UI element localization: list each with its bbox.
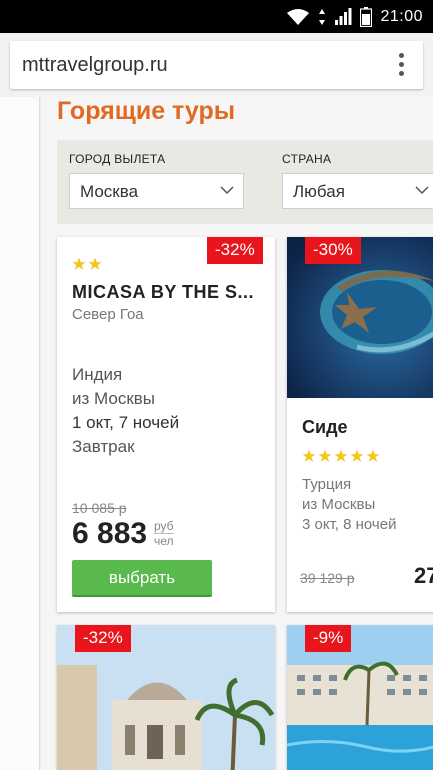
data-arrows-icon (319, 9, 326, 25)
discount-badge: -9% (305, 625, 352, 652)
country: Индия (72, 365, 123, 384)
tour-card[interactable]: -32% MICASA BY THE S... Север Гоа Индия … (57, 237, 275, 612)
price-partial: 27 (414, 563, 433, 588)
star-icon (302, 449, 316, 462)
old-price: 10 085 р (72, 500, 127, 516)
hotel-name[interactable]: Сиде (302, 417, 348, 438)
discount-badge: -32% (75, 625, 131, 652)
dates: 3 окт, 8 ночей (302, 516, 397, 533)
departure-city: из Москвы (302, 496, 376, 513)
country-value: Любая (293, 182, 345, 201)
battery-icon (360, 7, 373, 27)
departure-label: ГОРОД ВЫЛЕТА (69, 152, 166, 166)
discount-badge: -32% (207, 237, 263, 264)
star-rating (72, 257, 102, 271)
star-icon (72, 257, 86, 270)
select-button[interactable]: выбрать (72, 560, 212, 597)
price-unit-top: руб (154, 519, 174, 534)
menu-icon[interactable] (397, 53, 405, 77)
departure-value: Москва (80, 182, 139, 201)
star-icon (366, 449, 380, 462)
star-icon (88, 257, 102, 270)
meal-plan: Завтрак (72, 437, 135, 456)
tour-card[interactable]: -30% Сиде Турция из Москвы 3 окт, 8 ноче… (287, 237, 433, 612)
hotel-name[interactable]: MICASA BY THE S... (72, 282, 254, 303)
page-title: Горящие туры (57, 97, 236, 125)
country: Турция (302, 476, 352, 493)
tour-card[interactable]: -32% (57, 625, 275, 770)
chevron-down-icon (415, 186, 429, 195)
star-icon (334, 449, 348, 462)
price: 6 883 (72, 517, 148, 550)
departure-select[interactable]: Москва (69, 173, 244, 209)
discount-badge: -30% (305, 237, 361, 264)
browser-toolbar: mttravelgroup.ru (0, 33, 433, 97)
page-content: Горящие туры ГОРОД ВЫЛЕТА Москва СТРАНА … (41, 97, 433, 770)
country-select[interactable]: Любая (282, 173, 433, 209)
signal-icon (335, 8, 352, 25)
departure-city: из Москвы (72, 389, 156, 408)
region: Север Гоа (72, 306, 144, 323)
url-text[interactable]: mttravelgroup.ru (22, 54, 168, 77)
star-icon (350, 449, 364, 462)
left-margin (0, 97, 40, 770)
star-rating (302, 449, 380, 463)
chevron-down-icon (220, 186, 234, 195)
web-page: Горящие туры ГОРОД ВЫЛЕТА Москва СТРАНА … (0, 97, 433, 770)
filter-panel: ГОРОД ВЫЛЕТА Москва СТРАНА Любая (57, 140, 433, 224)
status-bar: 21:00 (0, 0, 433, 33)
country-label: СТРАНА (282, 152, 332, 166)
status-icons: 21:00 (286, 7, 423, 27)
wifi-icon (287, 9, 310, 25)
dates: 1 окт, 7 ночей (72, 413, 180, 432)
star-icon (318, 449, 332, 462)
clock: 21:00 (380, 8, 423, 25)
old-price: 39 129 р (300, 570, 355, 586)
price-unit-bottom: чел (154, 534, 174, 548)
address-bar[interactable]: mttravelgroup.ru (10, 41, 423, 89)
tour-card[interactable]: -9% (287, 625, 433, 770)
